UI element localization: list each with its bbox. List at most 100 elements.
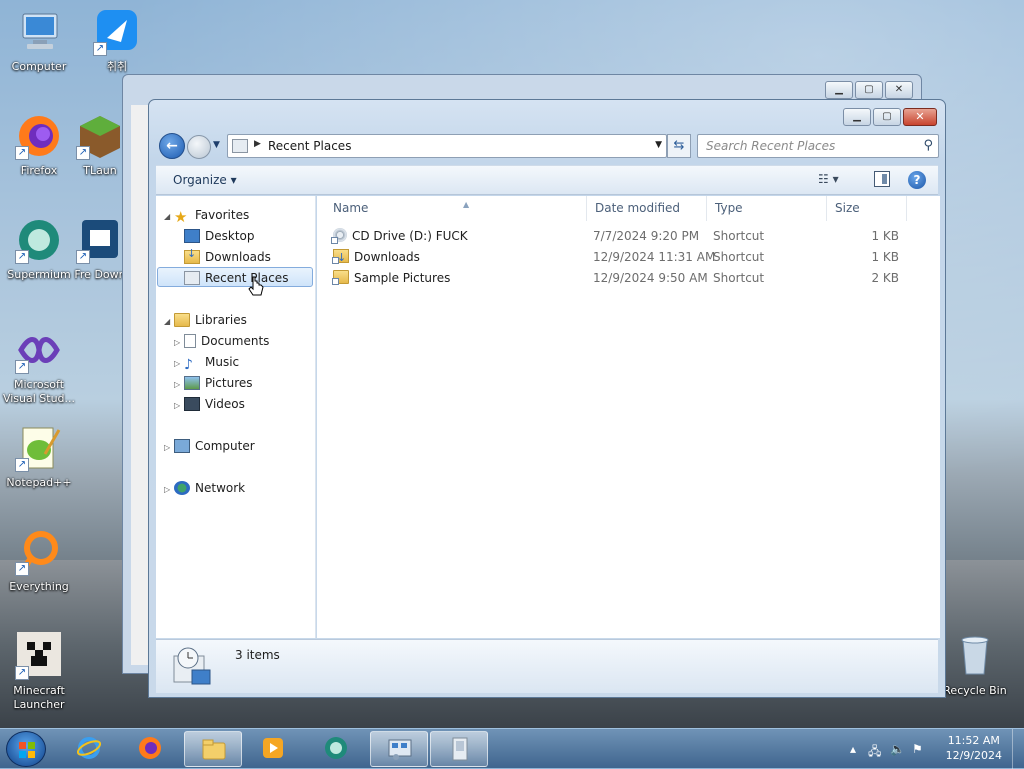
taskbar-control-panel[interactable] bbox=[370, 731, 428, 767]
nav-videos-label: Videos bbox=[205, 397, 245, 411]
shortcut-arrow-icon: ↗ bbox=[15, 666, 29, 680]
sort-ascending-icon: ▲ bbox=[463, 200, 470, 209]
nav-recent-places[interactable]: Recent Places bbox=[157, 267, 313, 287]
column-header-type[interactable]: Type bbox=[707, 196, 827, 221]
libraries-icon bbox=[174, 313, 190, 327]
expand-arrow-icon[interactable]: ▷ bbox=[174, 375, 184, 395]
desktop-icon-computer[interactable]: Computer bbox=[0, 8, 78, 74]
change-view-button[interactable]: ☷ ▾ bbox=[818, 172, 839, 186]
recent-places-icon bbox=[184, 271, 200, 285]
taskbar-supermium[interactable] bbox=[307, 731, 365, 767]
collapse-arrow-icon[interactable]: ◢ bbox=[164, 312, 174, 332]
nav-computer[interactable]: ▷ Computer bbox=[164, 436, 255, 456]
show-desktop-button[interactable] bbox=[1012, 729, 1024, 769]
breadcrumb-recent-places[interactable]: Recent Places bbox=[268, 139, 351, 153]
file-name-text: Sample Pictures bbox=[354, 271, 451, 285]
file-name-text: Downloads bbox=[354, 250, 420, 264]
firefox-icon: ↗ bbox=[15, 112, 63, 160]
search-input[interactable]: Search Recent Places ⚲ bbox=[697, 134, 939, 158]
nav-music[interactable]: ▷ ♪ Music bbox=[174, 352, 239, 372]
minimize-button[interactable]: ▁ bbox=[843, 108, 871, 126]
maximize-button[interactable]: ▢ bbox=[855, 81, 883, 99]
taskbar-app-window[interactable] bbox=[430, 731, 488, 767]
desktop-icon-free-download[interactable]: ↗ Fre Down bbox=[72, 216, 128, 282]
file-name: Sample Pictures bbox=[332, 268, 451, 289]
desktop-icon-notepad-plus-plus[interactable]: ↗ Notepad++ bbox=[0, 424, 78, 490]
window-controls: ▁ ▢ ✕ bbox=[843, 108, 937, 126]
organize-button[interactable]: Organize ▾ bbox=[173, 173, 237, 187]
column-header-date[interactable]: Date modified bbox=[587, 196, 707, 221]
nav-desktop[interactable]: Desktop bbox=[184, 226, 255, 246]
computer-icon bbox=[15, 8, 63, 56]
nav-desktop-label: Desktop bbox=[205, 229, 255, 243]
expand-arrow-icon[interactable]: ▷ bbox=[174, 354, 184, 374]
taskbar-media-player[interactable] bbox=[244, 731, 302, 767]
nav-pictures-label: Pictures bbox=[205, 376, 253, 390]
desktop-icon-visual-studio[interactable]: ↗ Microsoft Visual Stud... bbox=[0, 326, 78, 406]
nav-favorites[interactable]: ◢ ★ Favorites bbox=[164, 205, 249, 225]
close-button[interactable]: ✕ bbox=[885, 81, 913, 99]
file-explorer-icon bbox=[202, 739, 226, 760]
desktop-icon-label: Notepad++ bbox=[6, 476, 72, 489]
column-header-name[interactable]: Name ▲ bbox=[325, 196, 587, 221]
show-hidden-icons-button[interactable]: ▴ bbox=[850, 742, 856, 756]
close-button[interactable]: ✕ bbox=[903, 108, 937, 126]
file-date: 7/7/2024 9:20 PM bbox=[593, 229, 700, 243]
network-tray-icon[interactable]: 🖧 bbox=[868, 742, 881, 763]
preview-pane-button[interactable] bbox=[874, 171, 890, 187]
nav-downloads[interactable]: Downloads bbox=[184, 247, 271, 267]
address-bar[interactable]: ▶ Recent Places ▼ bbox=[227, 134, 667, 158]
start-button[interactable] bbox=[6, 731, 46, 767]
desktop-icon-label: Computer bbox=[11, 60, 67, 73]
desktop-icon-tlauncher[interactable]: ↗ TLaun bbox=[72, 112, 128, 178]
forward-button[interactable] bbox=[187, 135, 211, 159]
volume-muted-icon[interactable]: 🔈 bbox=[890, 742, 905, 756]
nav-pictures[interactable]: ▷ Pictures bbox=[174, 373, 253, 393]
shortcut-arrow-icon: ↗ bbox=[15, 360, 29, 374]
action-center-flag-icon[interactable]: ⚑ bbox=[912, 742, 923, 756]
star-icon: ★ bbox=[174, 208, 188, 226]
column-header-size[interactable]: Size bbox=[827, 196, 907, 221]
videos-icon bbox=[184, 397, 200, 411]
refresh-button[interactable]: ⇆ bbox=[667, 134, 691, 158]
desktop-icon-recycle-bin[interactable]: Recycle Bin bbox=[936, 632, 1014, 698]
clock[interactable]: 11:52 AM 12/9/2024 bbox=[946, 733, 1002, 763]
back-button[interactable]: ← bbox=[159, 133, 185, 159]
nav-libraries[interactable]: ◢ Libraries bbox=[164, 310, 247, 330]
desktop-icon-label: Minecraft Launcher bbox=[13, 684, 65, 711]
firefox-icon bbox=[139, 737, 161, 759]
taskbar-firefox[interactable] bbox=[121, 731, 179, 767]
desktop-icon-minecraft-launcher[interactable]: ↗ Minecraft Launcher bbox=[0, 632, 78, 712]
desktop-icon-label: Firefox bbox=[20, 164, 58, 177]
desktop-icon-firefox[interactable]: ↗ Firefox bbox=[0, 112, 78, 178]
minimize-button[interactable]: ▁ bbox=[825, 81, 853, 99]
file-row[interactable]: Downloads 12/9/2024 11:31 AM Shortcut 1 … bbox=[317, 247, 899, 268]
desktop-icon-supermium[interactable]: ↗ Supermium bbox=[0, 216, 78, 282]
nav-documents[interactable]: ▷ Documents bbox=[174, 331, 269, 351]
expand-arrow-icon[interactable]: ▷ bbox=[174, 396, 184, 416]
taskbar-internet-explorer[interactable] bbox=[60, 731, 118, 767]
desktop-icon-app[interactable]: ↗ 취취 bbox=[78, 8, 156, 74]
file-row[interactable]: CD Drive (D:) FUCK 7/7/2024 9:20 PM Shor… bbox=[317, 226, 899, 247]
file-name: Downloads bbox=[332, 247, 420, 268]
expand-arrow-icon[interactable]: ▷ bbox=[164, 438, 174, 458]
file-name-text: CD Drive (D:) FUCK bbox=[352, 229, 468, 243]
explorer-window[interactable]: ▁ ▢ ✕ ← ▼ ▶ Recent Places ▼ ⇆ Search Rec… bbox=[148, 99, 946, 698]
cd-drive-icon bbox=[331, 228, 347, 244]
maximize-button[interactable]: ▢ bbox=[873, 108, 901, 126]
file-row[interactable]: Sample Pictures 12/9/2024 9:50 AM Shortc… bbox=[317, 268, 899, 289]
address-dropdown-icon[interactable]: ▼ bbox=[655, 140, 662, 150]
breadcrumb-chevron-icon[interactable]: ▶ bbox=[254, 139, 261, 149]
nav-favorites-label: Favorites bbox=[195, 208, 250, 222]
taskbar-explorer[interactable] bbox=[184, 731, 242, 767]
expand-arrow-icon[interactable]: ▷ bbox=[164, 480, 174, 500]
search-icon[interactable]: ⚲ bbox=[923, 138, 933, 153]
expand-arrow-icon[interactable]: ▷ bbox=[174, 333, 184, 353]
nav-videos[interactable]: ▷ Videos bbox=[174, 394, 245, 414]
recent-pages-dropdown[interactable]: ▼ bbox=[213, 140, 220, 150]
desktop-icon-label: TLaun bbox=[83, 164, 117, 177]
nav-network[interactable]: ▷ Network bbox=[164, 478, 245, 498]
collapse-arrow-icon[interactable]: ◢ bbox=[164, 207, 174, 227]
desktop-icon-everything[interactable]: ↗ Everything bbox=[0, 528, 78, 594]
help-button[interactable]: ? bbox=[908, 171, 926, 189]
